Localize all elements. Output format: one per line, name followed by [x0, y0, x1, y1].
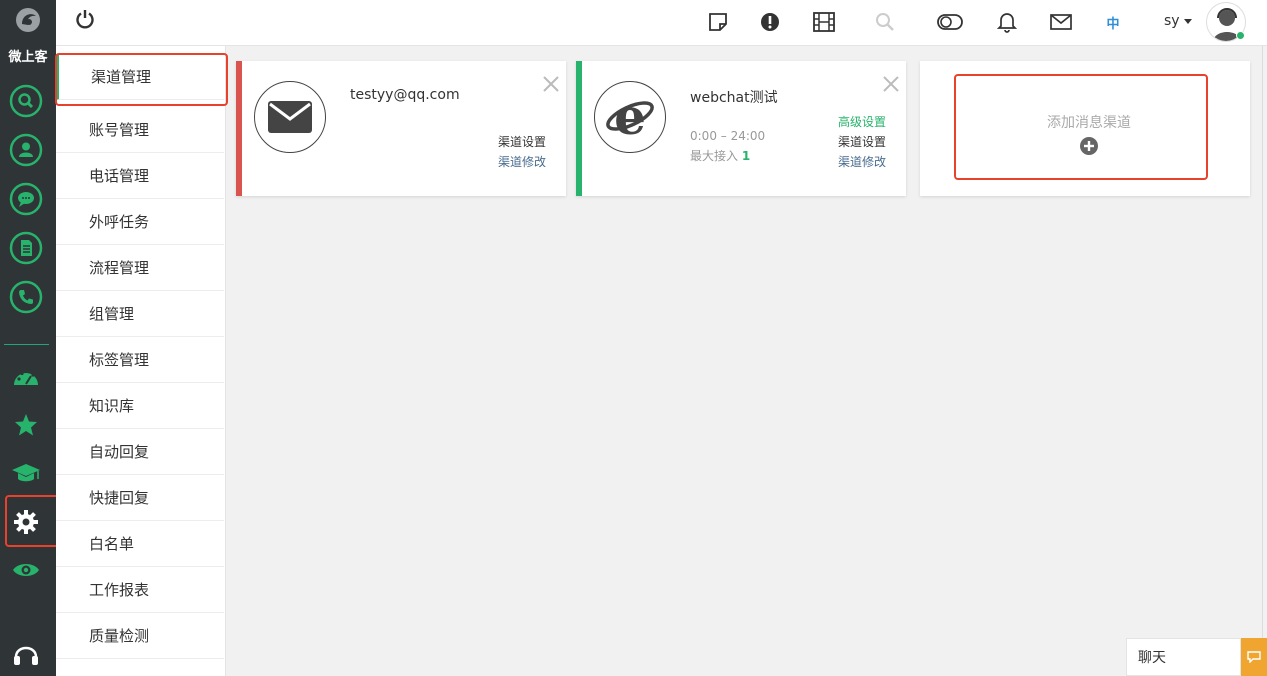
left-rail: 微上客 [0, 0, 61, 676]
menu-item-tag-management[interactable]: 标签管理 [56, 337, 224, 383]
menu-item-auto-reply[interactable]: 自动回复 [56, 429, 224, 475]
chevron-down-icon [1183, 18, 1192, 24]
user-name: sy [1164, 13, 1180, 29]
language-switch[interactable]: 中 [1101, 10, 1125, 34]
close-icon[interactable] [882, 75, 900, 93]
svg-text:e: e [614, 92, 646, 142]
toggle-icon[interactable] [936, 10, 964, 34]
menu-item-outbound-tasks[interactable]: 外呼任务 [56, 199, 224, 245]
graduation-cap-icon[interactable] [9, 456, 43, 490]
document-icon[interactable] [9, 231, 43, 265]
menu-item-process-management[interactable]: 流程管理 [56, 245, 224, 291]
envelope-icon [254, 81, 326, 153]
headset-icon[interactable] [9, 638, 43, 672]
search-icon[interactable] [873, 10, 897, 34]
chat-bubble-icon[interactable] [1241, 638, 1267, 676]
ie-browser-icon: e [594, 81, 666, 153]
menu-item-account-management[interactable]: 账号管理 [56, 107, 224, 153]
menu-item-quick-reply[interactable]: 快捷回复 [56, 475, 224, 521]
close-icon[interactable] [542, 75, 560, 93]
user-menu[interactable]: sy [1164, 13, 1192, 29]
card-accent-bar [576, 61, 582, 196]
add-channel-highlight-box [954, 74, 1208, 180]
channel-modify-link[interactable]: 渠道修改 [838, 153, 886, 170]
logo-icon[interactable] [14, 6, 42, 34]
phone-icon[interactable] [9, 280, 43, 314]
search-icon[interactable] [9, 84, 43, 118]
menu-highlight-box [55, 53, 228, 106]
online-status-dot [1236, 31, 1245, 40]
channel-card-email[interactable]: testyy@qq.com 渠道设置 渠道修改 [236, 61, 566, 196]
contact-icon[interactable] [9, 133, 43, 167]
channel-card-webchat[interactable]: e webchat测试 0:00 – 24:00 最大接入 1 高级设置 渠道设… [576, 61, 906, 196]
max-access-label: 最大接入 [690, 149, 739, 163]
film-icon[interactable] [812, 10, 836, 34]
channel-title: webchat测试 [690, 90, 778, 106]
chat-bubble-icon[interactable] [9, 182, 43, 216]
gear-highlight-box [5, 495, 61, 547]
menu-item-quality-check[interactable]: 质量检测 [56, 613, 224, 659]
chat-widget[interactable]: 聊天 [1126, 638, 1241, 676]
service-hours: 0:00 – 24:00 [690, 129, 766, 143]
settings-submenu: 渠道管理 账号管理 电话管理 外呼任务 流程管理 组管理 标签管理 知识库 自动… [56, 46, 226, 676]
menu-item-group-management[interactable]: 组管理 [56, 291, 224, 337]
scrollbar-track[interactable] [1262, 46, 1263, 638]
channel-title: testyy@qq.com [350, 87, 460, 103]
eye-icon[interactable] [9, 553, 43, 587]
star-icon[interactable] [9, 408, 43, 442]
alert-icon[interactable] [758, 10, 782, 34]
power-icon[interactable] [73, 7, 97, 31]
rail-divider [4, 344, 49, 345]
max-access-value: 1 [741, 149, 751, 163]
menu-item-work-reports[interactable]: 工作报表 [56, 567, 224, 613]
channel-settings-link[interactable]: 渠道设置 [838, 133, 886, 150]
menu-item-whitelist[interactable]: 白名单 [56, 521, 224, 567]
channel-settings-link[interactable]: 渠道设置 [498, 133, 546, 150]
max-access: 最大接入 1 [690, 147, 750, 164]
advanced-settings-link[interactable]: 高级设置 [838, 113, 886, 130]
dashboard-icon[interactable] [9, 359, 43, 393]
brand-name: 微上客 [8, 50, 48, 65]
mail-icon[interactable] [1049, 10, 1073, 34]
menu-item-knowledge-base[interactable]: 知识库 [56, 383, 224, 429]
bell-icon[interactable] [995, 10, 1019, 34]
top-bar: 中 sy [56, 0, 1267, 46]
menu-item-phone-management[interactable]: 电话管理 [56, 153, 224, 199]
card-accent-bar [236, 61, 242, 196]
note-icon[interactable] [706, 10, 730, 34]
channel-modify-link[interactable]: 渠道修改 [498, 153, 546, 170]
